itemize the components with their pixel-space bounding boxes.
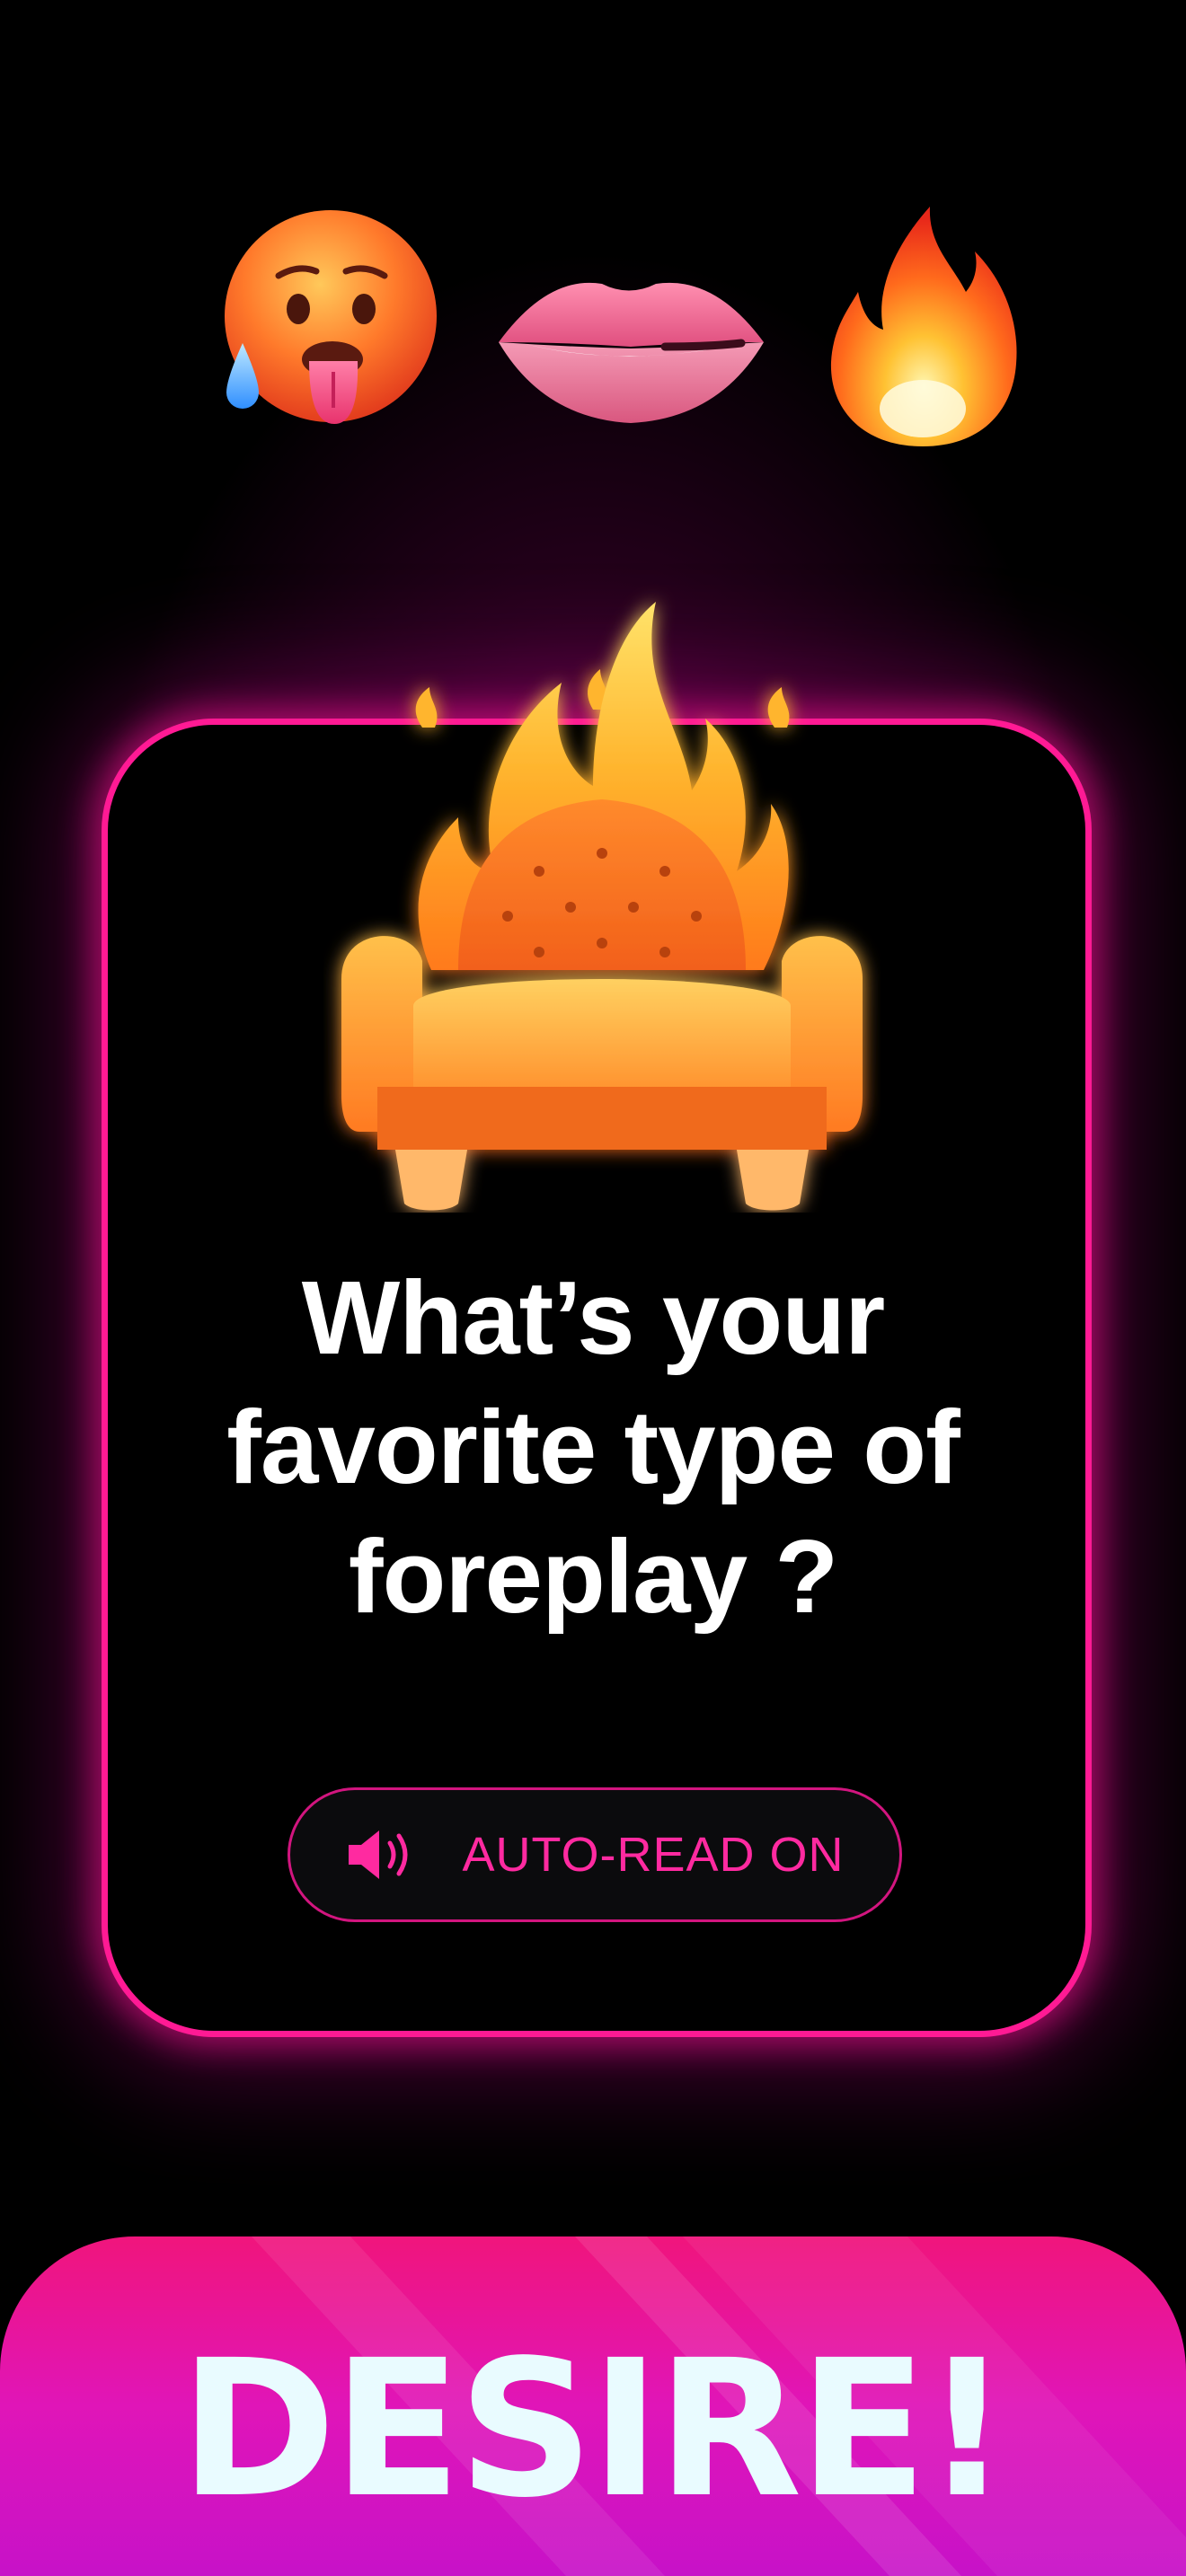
question-text: What’s your favorite type of foreplay ?	[226, 1259, 960, 1635]
lips-biting-icon	[499, 282, 764, 423]
banner-title: DESIRE!	[179, 2319, 1010, 2539]
hot-face-icon	[225, 210, 437, 424]
auto-read-toggle[interactable]: AUTO-READ ON	[288, 1787, 902, 1922]
speaker-icon	[349, 1831, 408, 1879]
desire-banner[interactable]: DESIRE!	[0, 2236, 1186, 2576]
fire-icon	[830, 207, 1017, 446]
auto-read-label: AUTO-READ ON	[462, 1828, 845, 1882]
flaming-armchair-icon	[341, 602, 863, 1211]
